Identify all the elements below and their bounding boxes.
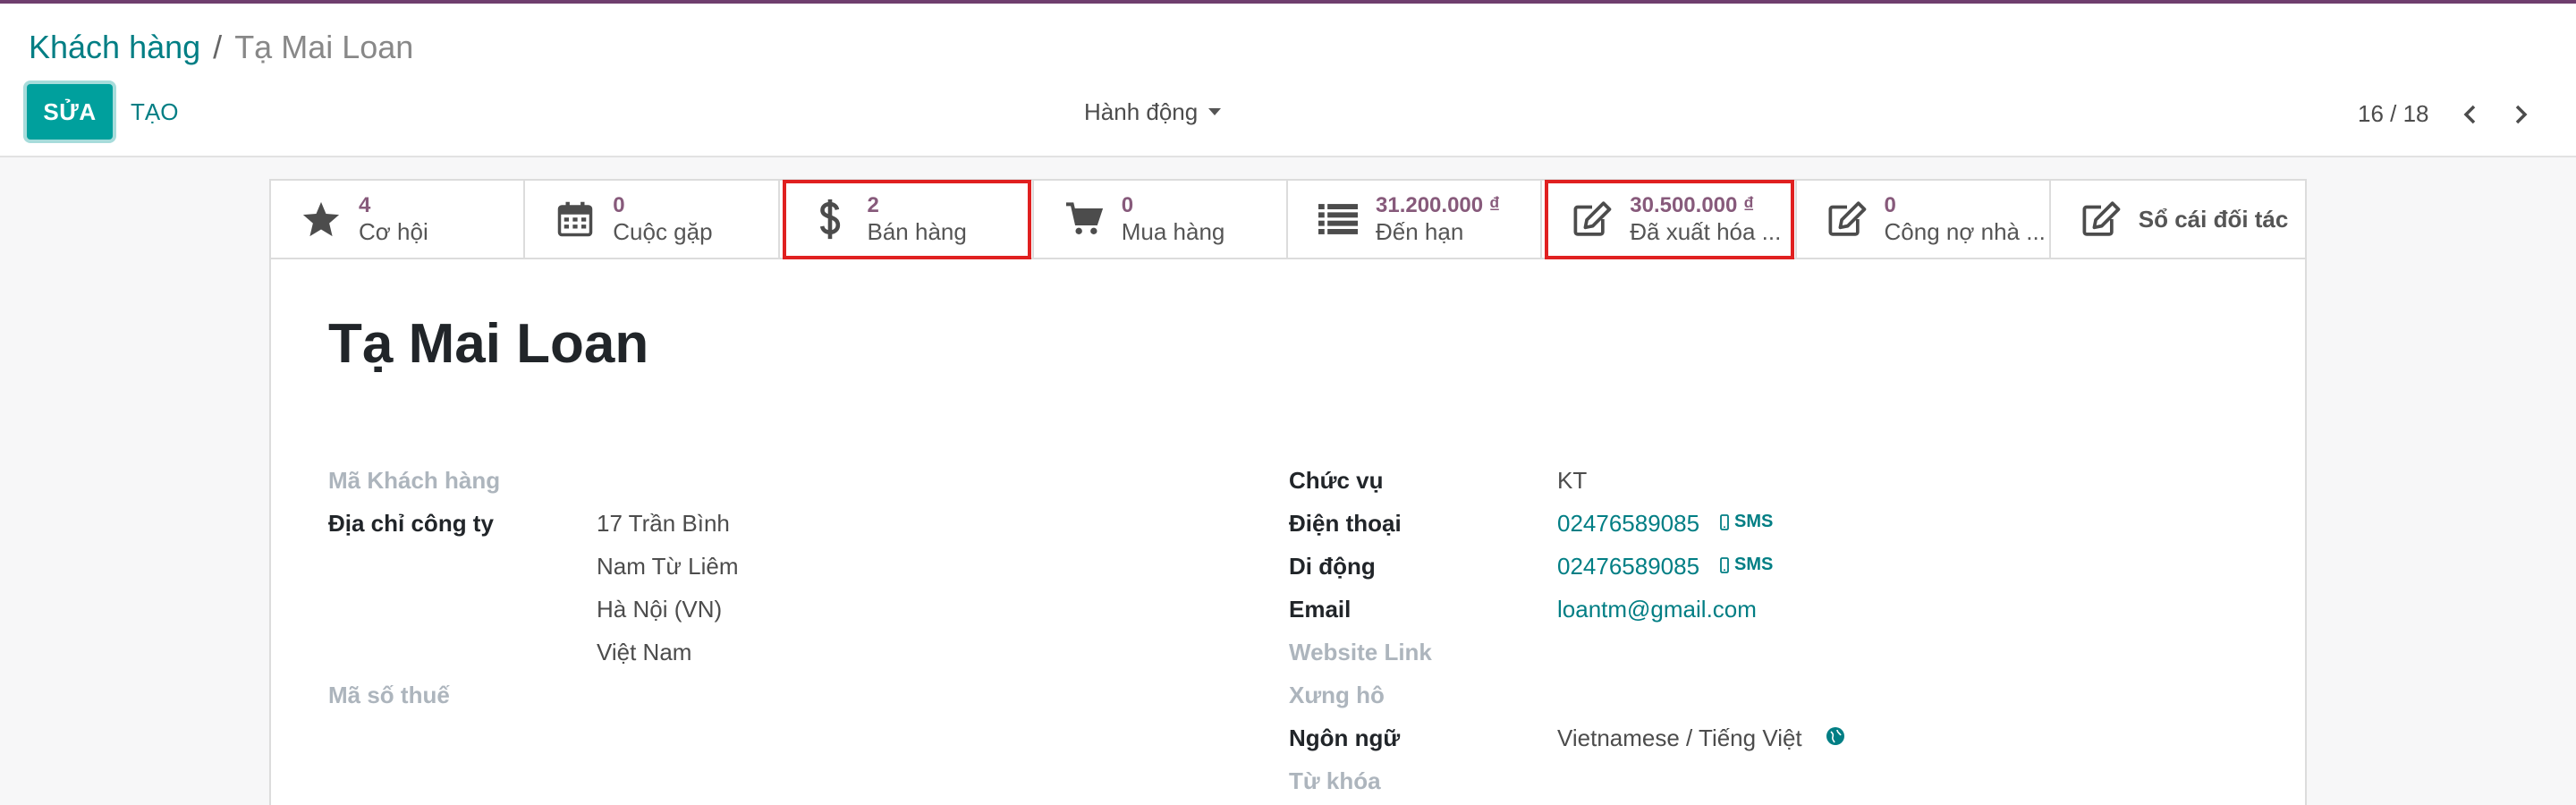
opportunities-label: Cơ hội <box>359 218 428 245</box>
action-dropdown[interactable]: Hành động <box>1084 91 1222 132</box>
purchases-label: Mua hàng <box>1121 218 1225 245</box>
tax-id-label: Mã số thuế <box>328 682 450 708</box>
partner-ledger-label: Sổ cái đối tác <box>2138 205 2289 233</box>
vendor-debt-count: 0 <box>1884 193 1896 217</box>
sms-label: SMS <box>1734 555 1774 574</box>
due-button[interactable]: 31.200.000 ₫ Đến hạn <box>1288 181 1543 258</box>
tags-label: Từ khóa <box>1289 767 1381 794</box>
edit-icon <box>2082 201 2121 236</box>
control-panel: Khách hàng / Tạ Mai Loan SỬA TẠO Hành động… <box>0 4 2576 157</box>
invoiced-amount: 30.500.000 ₫ <box>1630 193 1755 217</box>
invoiced-label: Đã xuất hóa ... <box>1630 218 1782 245</box>
opportunities-count: 4 <box>359 193 371 217</box>
sales-label: Bán hàng <box>867 218 967 245</box>
edit-icon <box>1573 201 1612 236</box>
job-position-value: KT <box>1557 467 1588 494</box>
calendar-icon <box>558 201 593 237</box>
company-address-label: Địa chỉ công ty <box>328 510 494 537</box>
action-dropdown-label: Hành động <box>1084 97 1199 125</box>
due-amount: 31.200.000 ₫ <box>1376 193 1501 217</box>
pager-value[interactable]: 16 / 18 <box>2358 93 2429 134</box>
chevron-left-icon <box>2463 105 2476 124</box>
pager-previous-button[interactable] <box>2453 97 2488 132</box>
list-icon <box>1318 204 1358 234</box>
email-label: Email <box>1289 596 1352 623</box>
meetings-label: Cuộc gặp <box>613 218 713 245</box>
sales-button[interactable]: 2 Bán hàng <box>779 180 1034 259</box>
vendor-debt-button[interactable]: 0 Công nợ nhà ... <box>1796 181 2051 258</box>
language-label: Ngôn ngữ <box>1289 724 1401 751</box>
vendor-debt-label: Công nợ nhà ... <box>1884 218 2046 245</box>
email-link[interactable]: loantm@gmail.com <box>1557 596 1757 623</box>
form-sheet: 4 Cơ hội 0 Cuộc gặp 2 Bán hàng 0 Mua hàng 31… <box>269 179 2307 805</box>
website-label: Website Link <box>1289 639 1432 665</box>
mobile-label: Di động <box>1289 553 1376 580</box>
purchases-button[interactable]: 0 Mua hàng <box>1033 181 1288 258</box>
invoiced-button[interactable]: 30.500.000 ₫ Đã xuất hóa ... <box>1542 180 1797 259</box>
due-label: Đến hạn <box>1376 218 1464 245</box>
breadcrumb: Khách hàng / Tạ Mai Loan <box>29 27 413 68</box>
address-city: Hà Nội (VN) <box>597 596 723 623</box>
address-street: 17 Trần Bình <box>597 510 730 537</box>
phone-sms-button[interactable]: SMS <box>1720 512 1773 532</box>
opportunities-button[interactable]: 4 Cơ hội <box>271 181 526 258</box>
breadcrumb-parent-link[interactable]: Khách hàng <box>29 29 200 65</box>
star-icon <box>302 201 340 237</box>
title-label: Xưng hô <box>1289 682 1385 708</box>
pager-next-button[interactable] <box>2503 97 2538 132</box>
purchases-count: 0 <box>1121 193 1134 217</box>
globe-icon[interactable] <box>1826 726 1845 746</box>
mobile-icon <box>1720 513 1729 530</box>
smart-button-box: 4 Cơ hội 0 Cuộc gặp 2 Bán hàng 0 Mua hàng 31… <box>271 180 2305 259</box>
create-button[interactable]: TẠO <box>131 84 178 140</box>
phone-link[interactable]: 02476589085 <box>1557 510 1699 538</box>
caret-down-icon <box>1208 108 1222 115</box>
cart-icon <box>1065 202 1103 234</box>
phone-label: Điện thoại <box>1289 510 1402 537</box>
address-district: Nam Từ Liêm <box>597 553 739 580</box>
meetings-count: 0 <box>613 193 625 217</box>
mobile-icon <box>1720 556 1729 573</box>
language-value: Vietnamese / Tiếng Việt <box>1557 724 1802 751</box>
dollar-icon <box>819 199 840 240</box>
breadcrumb-current: Tạ Mai Loan <box>234 29 414 65</box>
sales-count: 2 <box>867 193 879 217</box>
address-country: Việt Nam <box>597 639 692 665</box>
meetings-button[interactable]: 0 Cuộc gặp <box>525 181 780 258</box>
mobile-link[interactable]: 02476589085 <box>1557 553 1699 580</box>
sms-label: SMS <box>1734 512 1774 531</box>
edit-icon <box>1828 201 1866 236</box>
job-position-label: Chức vụ <box>1289 467 1384 494</box>
partner-ledger-button[interactable]: Sổ cái đối tác <box>2050 181 2305 258</box>
customer-code-label: Mã Khách hàng <box>328 467 501 494</box>
breadcrumb-separator: / <box>213 29 223 65</box>
record-title: Tạ Mai Loan <box>328 313 649 375</box>
mobile-sms-button[interactable]: SMS <box>1720 555 1773 575</box>
edit-button[interactable]: SỬA <box>27 84 113 140</box>
chevron-right-icon <box>2515 105 2528 124</box>
